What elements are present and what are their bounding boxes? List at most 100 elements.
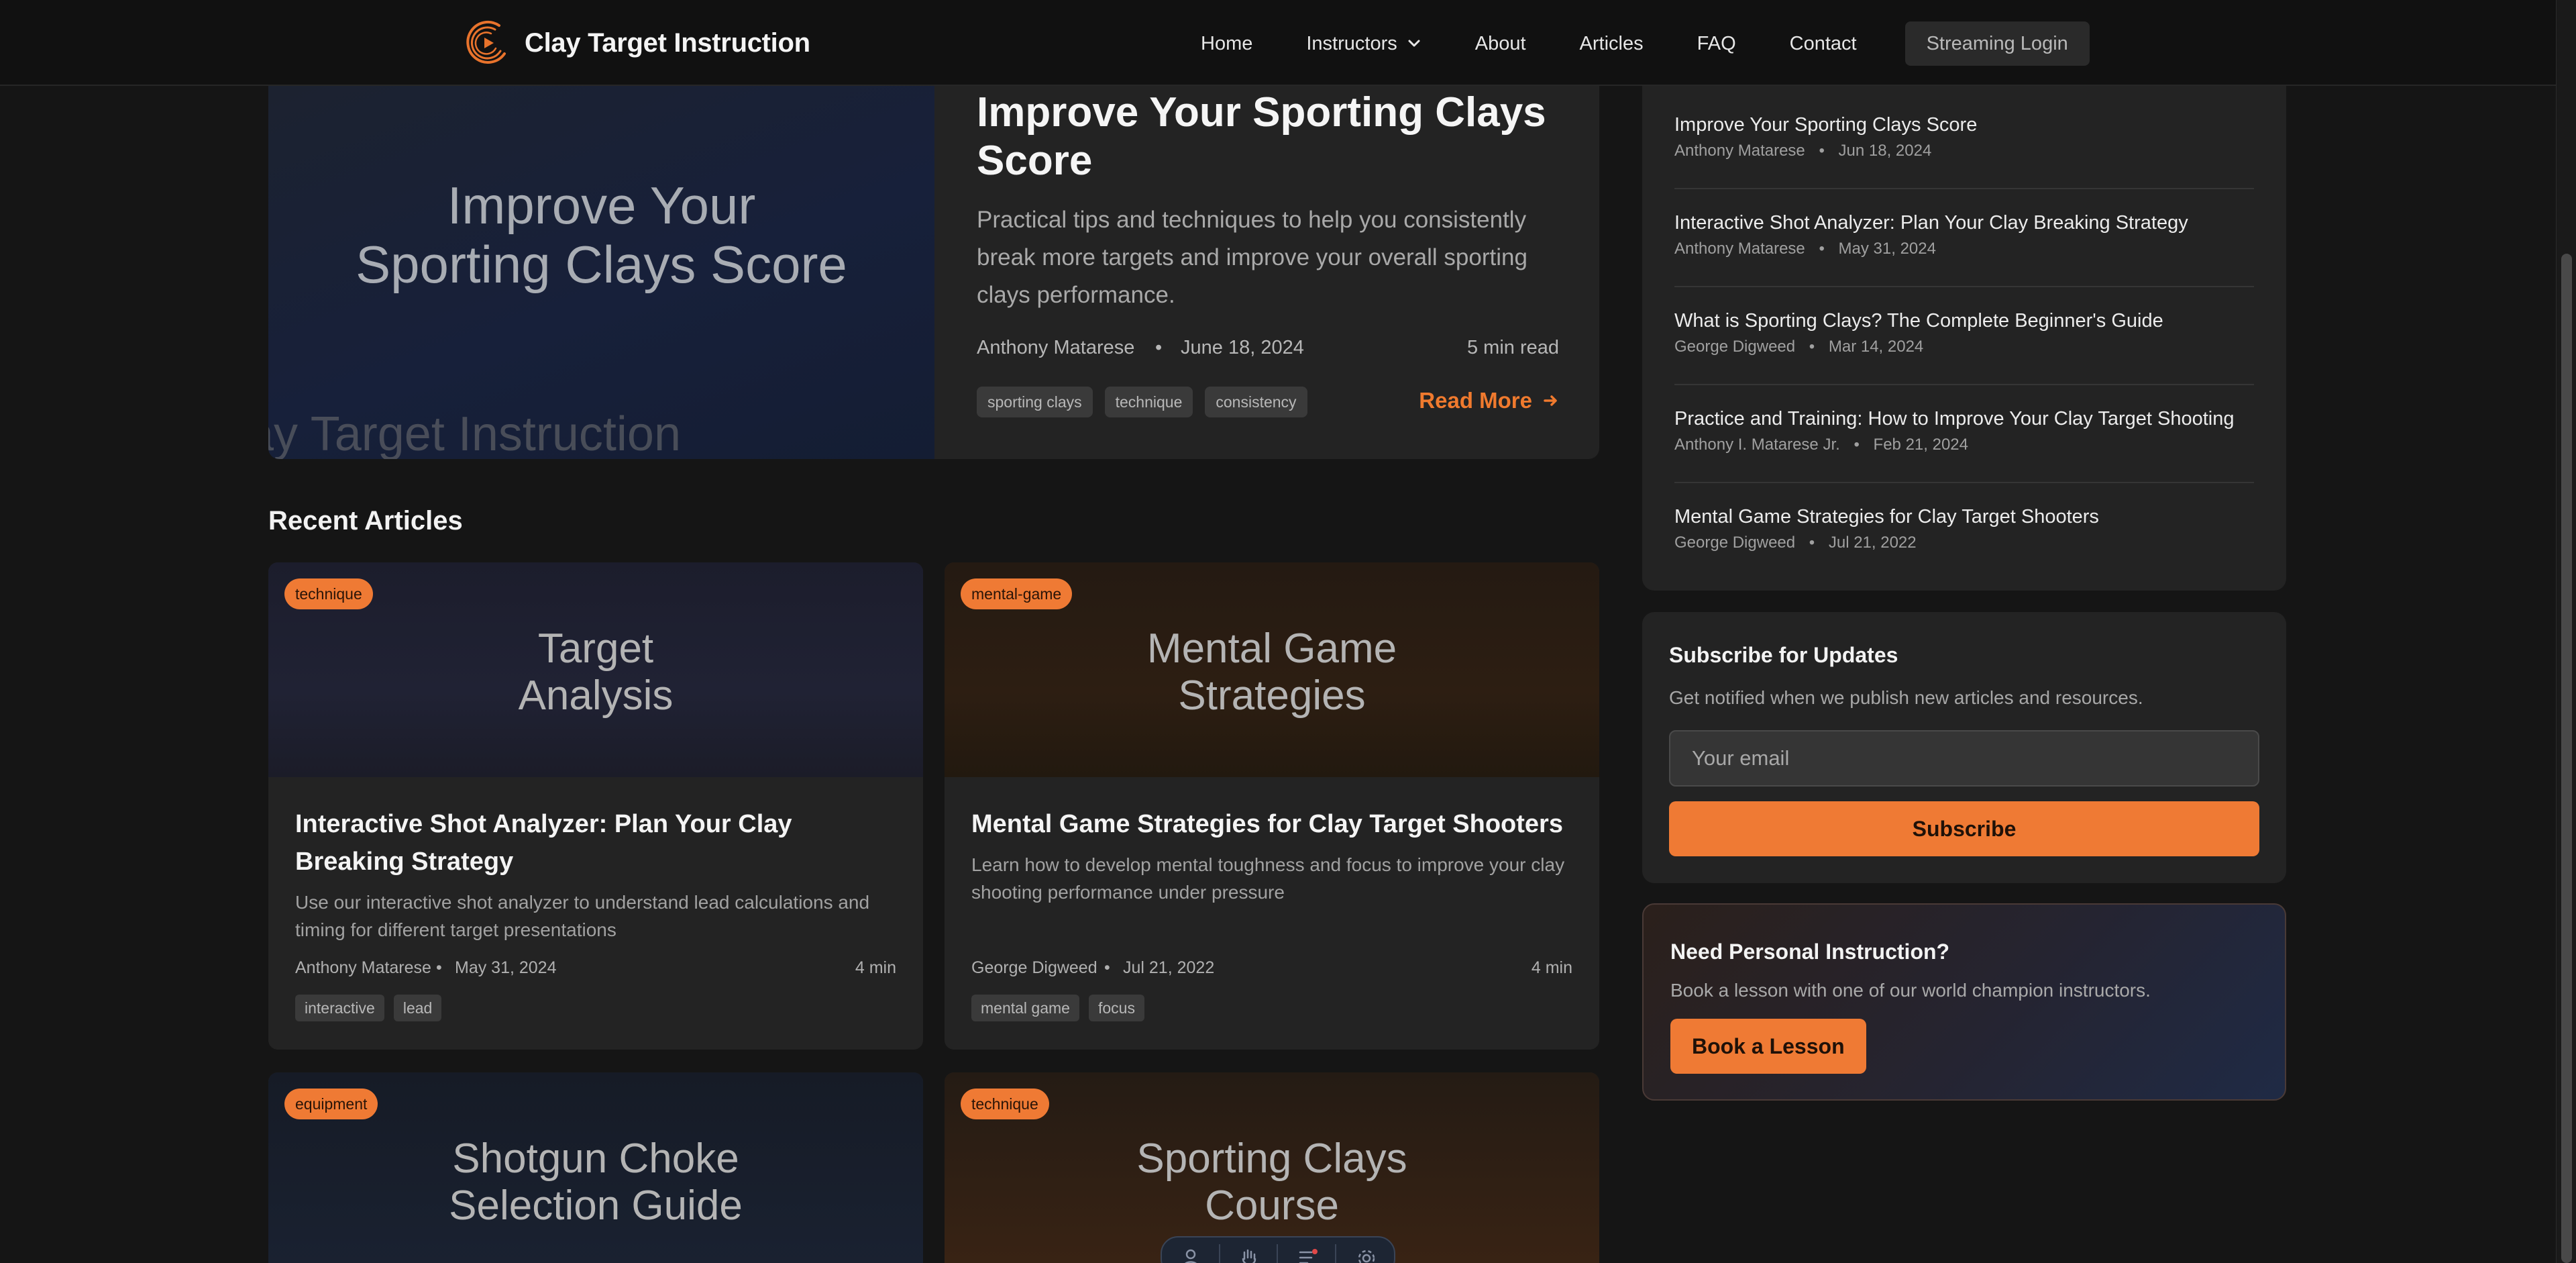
popular-item-date: Jul 21, 2022 <box>1828 534 1917 552</box>
nav-faq[interactable]: FAQ <box>1697 33 1736 55</box>
card-meta: Anthony Matarese • May 31, 2024 4 min <box>295 958 896 981</box>
divider <box>1674 286 2254 287</box>
meta-separator: • <box>1854 436 1860 454</box>
tag[interactable]: sporting clays <box>977 387 1093 417</box>
list-icon <box>1299 1249 1318 1263</box>
popular-item-author: Anthony Matarese <box>1674 142 1805 160</box>
streaming-login-button[interactable]: Streaming Login <box>1904 21 2090 66</box>
tag[interactable]: mental game <box>971 995 1079 1021</box>
popular-item-date: Jun 18, 2024 <box>1838 142 1932 160</box>
card-image: Shotgun Choke Selection Guide equipment <box>268 1072 923 1263</box>
popular-item-title: Interactive Shot Analyzer: Plan Your Cla… <box>1674 212 2188 234</box>
subscribe-description: Get notified when we publish new article… <box>1669 687 2143 708</box>
card-image-title: Mental Game Strategies <box>945 625 1599 719</box>
personal-instruction-panel: Need Personal Instruction? Book a lesson… <box>1642 903 2286 1101</box>
subscribe-button[interactable]: Subscribe <box>1669 801 2259 856</box>
featured-title[interactable]: Improve Your Sporting Clays Score <box>977 89 1559 185</box>
featured-author: Anthony Matarese <box>977 337 1135 358</box>
article-card[interactable]: Sporting Clays Course technique <box>945 1072 1599 1263</box>
featured-image-line1: Improve Your <box>447 176 756 235</box>
card-author: Anthony Matarese <box>295 958 431 977</box>
card-image-line2: Selection Guide <box>449 1182 743 1229</box>
card-image-title: Target Analysis <box>268 625 923 719</box>
card-read-time: 4 min <box>1531 958 1572 977</box>
popular-item-date: Mar 14, 2024 <box>1828 338 1924 356</box>
category-badge: technique <box>961 1089 1049 1119</box>
card-date: May 31, 2024 <box>455 958 557 977</box>
nav-instructors-label: Instructors <box>1306 32 1397 54</box>
popular-item[interactable]: Interactive Shot Analyzer: Plan Your Cla… <box>1674 211 2254 259</box>
toolbar-user-button[interactable] <box>1162 1244 1220 1263</box>
scrollbar-thumb[interactable] <box>2561 254 2572 1263</box>
card-image-line2: Strategies <box>1178 672 1366 719</box>
subscribe-title: Subscribe for Updates <box>1669 643 1898 667</box>
featured-summary: Practical tips and techniques to help yo… <box>977 207 1527 308</box>
nav-instructors[interactable]: Instructors <box>1306 33 1421 55</box>
featured-body: Improve Your Sporting Clays Score Practi… <box>977 86 1559 459</box>
article-card[interactable]: Mental Game Strategies mental-game Menta… <box>945 562 1599 1050</box>
card-read-time: 4 min <box>855 958 896 977</box>
popular-articles: Improve Your Sporting Clays Score Anthon… <box>1642 86 2286 591</box>
popular-item-title: Improve Your Sporting Clays Score <box>1674 114 1978 136</box>
article-card[interactable]: Target Analysis technique Interactive Sh… <box>268 562 923 1050</box>
featured-image[interactable]: Improve Your Sporting Clays Score ay Tar… <box>268 86 934 459</box>
featured-image-line2: Sporting Clays Score <box>356 235 847 294</box>
tag[interactable]: interactive <box>295 995 384 1021</box>
main-nav: Home Instructors About Articles FAQ Cont… <box>1201 21 2090 66</box>
meta-separator: • <box>1809 534 1815 552</box>
user-icon <box>1185 1249 1197 1263</box>
featured-image-watermark: ay Target Instruction <box>268 407 682 459</box>
divider <box>1674 384 2254 385</box>
nav-contact[interactable]: Contact <box>1790 33 1857 55</box>
card-title[interactable]: Interactive Shot Analyzer: Plan Your Cla… <box>295 805 899 880</box>
popular-item-author: George Digweed <box>1674 534 1796 552</box>
card-date: Jul 21, 2022 <box>1123 958 1215 977</box>
card-image-line2: Analysis <box>518 672 674 719</box>
arrow-right-icon <box>1544 395 1557 406</box>
brand-name: Clay Target Instruction <box>525 28 810 58</box>
card-image-title: Shotgun Choke Selection Guide <box>268 1135 923 1229</box>
card-author: George Digweed <box>971 958 1097 977</box>
meta-separator: • <box>1104 958 1110 977</box>
clay-target-logo-icon <box>466 20 506 64</box>
popular-item[interactable]: Improve Your Sporting Clays Score Anthon… <box>1674 113 2254 161</box>
tag[interactable]: consistency <box>1205 387 1307 417</box>
nav-about[interactable]: About <box>1475 33 1526 55</box>
card-title[interactable]: Mental Game Strategies for Clay Target S… <box>971 805 1575 843</box>
featured-read-time: 5 min read <box>1466 337 1559 358</box>
popular-item[interactable]: Mental Game Strategies for Clay Target S… <box>1674 505 2254 553</box>
popular-item[interactable]: What is Sporting Clays? The Complete Beg… <box>1674 309 2254 357</box>
tag[interactable]: technique <box>1104 387 1193 417</box>
toolbar-list-button[interactable] <box>1278 1244 1336 1263</box>
read-more-link[interactable]: Read More <box>1419 388 1559 413</box>
toolbar-hand-button[interactable] <box>1220 1244 1278 1263</box>
card-meta: George Digweed • Jul 21, 2022 4 min <box>971 958 1572 981</box>
gear-icon <box>1358 1250 1375 1263</box>
popular-item-title: What is Sporting Clays? The Complete Beg… <box>1674 310 2163 332</box>
card-image: Mental Game Strategies mental-game <box>945 562 1599 777</box>
popular-item-meta: Anthony Matarese • May 31, 2024 <box>1674 239 2254 259</box>
page-scrollbar[interactable] <box>2556 0 2576 1263</box>
featured-date: June 18, 2024 <box>1181 337 1304 358</box>
subscribe-panel: Subscribe for Updates Get notified when … <box>1642 612 2286 883</box>
card-image-line1: Sporting Clays <box>1136 1135 1407 1182</box>
card-description: Use our interactive shot analyzer to und… <box>295 892 870 940</box>
toolbar-settings-button[interactable] <box>1336 1244 1394 1263</box>
card-description: Learn how to develop mental toughness an… <box>971 854 1565 903</box>
tag[interactable]: lead <box>393 995 442 1021</box>
featured-image-title: Improve Your Sporting Clays Score <box>268 176 934 294</box>
popular-item-meta: Anthony I. Matarese Jr. • Feb 21, 2024 <box>1674 435 2254 455</box>
book-lesson-button[interactable]: Book a Lesson <box>1670 1019 1866 1074</box>
nav-home[interactable]: Home <box>1201 33 1252 55</box>
promo-title: Need Personal Instruction? <box>1670 940 1950 964</box>
email-field[interactable] <box>1669 730 2259 787</box>
tag[interactable]: focus <box>1088 995 1144 1021</box>
popular-item[interactable]: Practice and Training: How to Improve Yo… <box>1674 407 2254 455</box>
meta-separator: • <box>436 958 442 977</box>
brand-link[interactable]: Clay Target Instruction <box>464 15 810 71</box>
card-image-title: Sporting Clays Course <box>945 1135 1599 1229</box>
article-card[interactable]: Shotgun Choke Selection Guide equipment <box>268 1072 923 1263</box>
nav-articles[interactable]: Articles <box>1580 33 1644 55</box>
popular-item-meta: George Digweed • Mar 14, 2024 <box>1674 337 2254 357</box>
card-image: Target Analysis technique <box>268 562 923 777</box>
